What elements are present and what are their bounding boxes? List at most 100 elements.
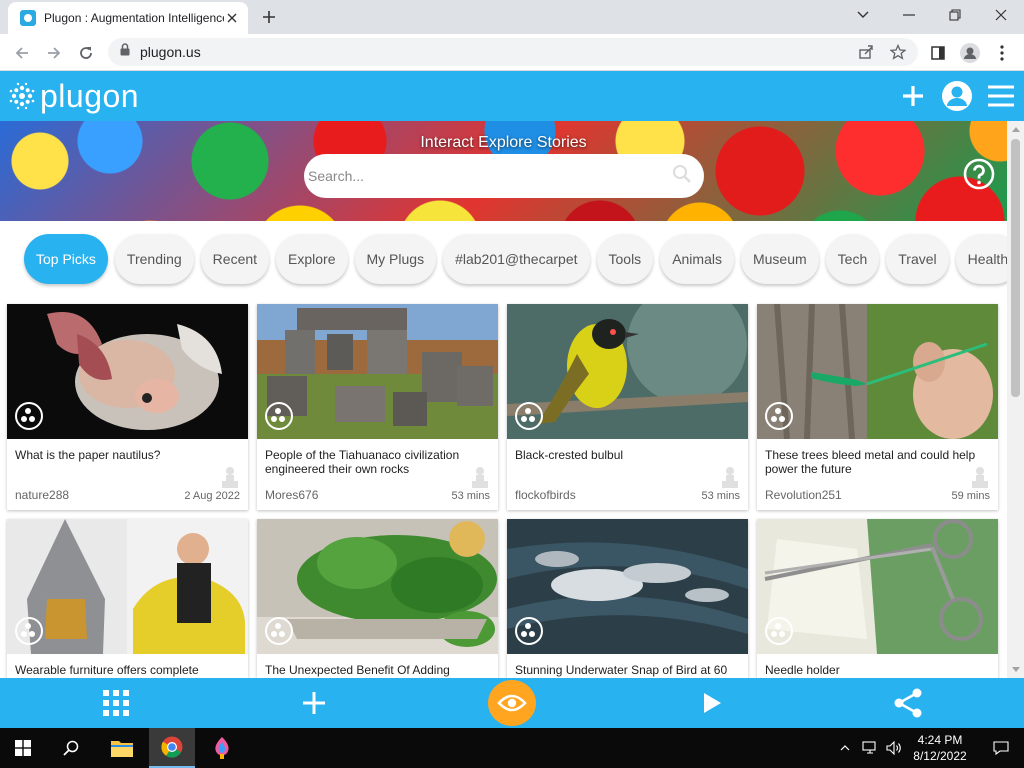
plugon-favicon-icon bbox=[20, 10, 36, 26]
scroll-down-icon[interactable] bbox=[1007, 661, 1024, 678]
scroll-up-icon[interactable] bbox=[1007, 121, 1024, 138]
eye-button[interactable] bbox=[488, 680, 536, 726]
address-bar[interactable]: plugon.us bbox=[108, 38, 918, 66]
card-title[interactable]: Black-crested bulbul bbox=[515, 448, 730, 462]
story-card[interactable]: Stunning Underwater Snap of Bird at 60 bbox=[507, 519, 748, 678]
user-icon[interactable] bbox=[941, 80, 973, 112]
plug-badge-icon bbox=[765, 617, 793, 645]
bottom-action-bar bbox=[0, 678, 1024, 728]
card-thumbnail[interactable] bbox=[257, 304, 498, 439]
story-card[interactable]: What is the paper nautilus? nature288 2 Au… bbox=[7, 304, 248, 510]
system-clock[interactable]: 4:24 PM 8/12/2022 bbox=[905, 732, 975, 764]
category-chip[interactable]: Tech bbox=[825, 234, 880, 284]
story-card[interactable]: Needle holder bbox=[757, 519, 998, 678]
menu-icon[interactable] bbox=[985, 80, 1017, 112]
card-thumbnail[interactable] bbox=[257, 519, 498, 654]
plugon-logo[interactable]: plugon bbox=[8, 78, 139, 114]
hero-title: Interact Explore Stories bbox=[420, 134, 587, 151]
category-chip[interactable]: Trending bbox=[114, 234, 194, 284]
plug-badge-icon bbox=[765, 402, 793, 430]
plug-in-icon[interactable] bbox=[972, 466, 988, 488]
card-timestamp: 53 mins bbox=[701, 490, 740, 502]
plug-in-icon[interactable] bbox=[222, 466, 238, 488]
forward-arrow-icon[interactable] bbox=[40, 39, 68, 67]
plug-in-icon[interactable] bbox=[472, 466, 488, 488]
chrome-taskbar-icon[interactable] bbox=[149, 728, 195, 768]
page-scrollbar[interactable] bbox=[1007, 121, 1024, 678]
card-thumbnail[interactable] bbox=[7, 519, 248, 654]
card-author[interactable]: Revolution251 bbox=[765, 488, 842, 502]
search-icon[interactable] bbox=[48, 728, 94, 768]
restore-icon[interactable] bbox=[932, 0, 978, 30]
card-author[interactable]: nature288 bbox=[15, 488, 69, 502]
category-chip[interactable]: Animals bbox=[660, 234, 734, 284]
card-title[interactable]: The Unexpected Benefit Of Adding bbox=[265, 663, 480, 677]
category-chip[interactable]: Museum bbox=[740, 234, 819, 284]
story-card[interactable]: Wearable furniture offers complete bbox=[7, 519, 248, 678]
category-chip[interactable]: Explore bbox=[276, 234, 348, 284]
category-chip[interactable]: My Plugs bbox=[354, 234, 437, 284]
category-chip[interactable]: #lab201@thecarpet bbox=[443, 234, 590, 284]
browser-menu-icon[interactable] bbox=[988, 39, 1016, 67]
card-thumbnail[interactable] bbox=[757, 304, 998, 439]
card-title[interactable]: People of the Tiahuanaco civilization en… bbox=[265, 448, 480, 476]
category-chip[interactable]: Tools bbox=[596, 234, 654, 284]
reload-icon[interactable] bbox=[72, 39, 100, 67]
profile-avatar-icon[interactable] bbox=[956, 39, 984, 67]
category-chip[interactable]: Recent bbox=[200, 234, 270, 284]
chevron-up-icon[interactable] bbox=[834, 728, 856, 768]
card-title[interactable]: These trees bleed metal and could help p… bbox=[765, 448, 980, 476]
paint-app-icon[interactable] bbox=[199, 728, 245, 768]
category-chip[interactable]: Top Picks bbox=[24, 234, 108, 284]
search-box[interactable] bbox=[304, 154, 704, 198]
card-timestamp: 59 mins bbox=[951, 490, 990, 502]
close-tab-icon[interactable] bbox=[224, 10, 240, 26]
card-title[interactable]: What is the paper nautilus? bbox=[15, 448, 230, 462]
bookmark-star-icon[interactable] bbox=[884, 38, 912, 66]
card-author[interactable]: Mores676 bbox=[265, 488, 318, 502]
card-thumbnail[interactable] bbox=[507, 304, 748, 439]
windows-start-icon[interactable] bbox=[0, 728, 46, 768]
minimize-icon[interactable] bbox=[886, 0, 932, 30]
plus-icon[interactable] bbox=[897, 80, 929, 112]
clock-time: 4:24 PM bbox=[917, 733, 963, 747]
category-chip[interactable]: Travel bbox=[886, 234, 949, 284]
share-icon[interactable] bbox=[892, 687, 924, 719]
play-icon[interactable] bbox=[696, 687, 728, 719]
card-thumbnail[interactable] bbox=[7, 304, 248, 439]
share-page-icon[interactable] bbox=[852, 38, 880, 66]
scroll-thumb[interactable] bbox=[1011, 139, 1020, 397]
plug-in-icon[interactable] bbox=[722, 466, 738, 488]
story-card[interactable]: The Unexpected Benefit Of Adding bbox=[257, 519, 498, 678]
card-thumbnail[interactable] bbox=[757, 519, 998, 654]
search-icon[interactable] bbox=[672, 164, 692, 189]
close-window-icon[interactable] bbox=[978, 0, 1024, 30]
card-author[interactable]: flockofbirds bbox=[515, 488, 576, 502]
plus-icon[interactable] bbox=[298, 687, 330, 719]
screen: Plugon : Augmentation Intelligence plugo… bbox=[0, 0, 1024, 768]
search-input[interactable] bbox=[308, 168, 672, 184]
side-panel-icon[interactable] bbox=[924, 39, 952, 67]
card-thumbnail[interactable] bbox=[507, 519, 748, 654]
browser-tab[interactable]: Plugon : Augmentation Intelligence bbox=[8, 2, 248, 34]
file-explorer-icon[interactable] bbox=[99, 728, 145, 768]
story-card[interactable]: People of the Tiahuanaco civilization en… bbox=[257, 304, 498, 510]
notification-icon[interactable] bbox=[978, 728, 1024, 768]
back-arrow-icon[interactable] bbox=[8, 39, 36, 67]
volume-icon[interactable] bbox=[882, 728, 906, 768]
tab-search-icon[interactable] bbox=[840, 0, 886, 30]
card-title[interactable]: Needle holder bbox=[765, 663, 980, 677]
category-chip[interactable]: Health bbox=[955, 234, 1007, 284]
eye-icon bbox=[497, 694, 527, 712]
help-icon[interactable] bbox=[963, 158, 995, 190]
new-tab-button[interactable] bbox=[258, 6, 280, 28]
network-icon[interactable] bbox=[858, 728, 882, 768]
grid-icon[interactable] bbox=[100, 687, 132, 719]
story-card[interactable]: These trees bleed metal and could help p… bbox=[757, 304, 998, 510]
card-title[interactable]: Wearable furniture offers complete bbox=[15, 663, 230, 677]
url-text: plugon.us bbox=[140, 44, 201, 60]
card-title[interactable]: Stunning Underwater Snap of Bird at 60 bbox=[515, 663, 730, 677]
story-card[interactable]: Black-crested bulbul flockofbirds 53 mins bbox=[507, 304, 748, 510]
clock-date: 8/12/2022 bbox=[913, 749, 967, 763]
category-chips: Top Picks Trending Recent Explore My Plugs #l… bbox=[24, 234, 1007, 284]
